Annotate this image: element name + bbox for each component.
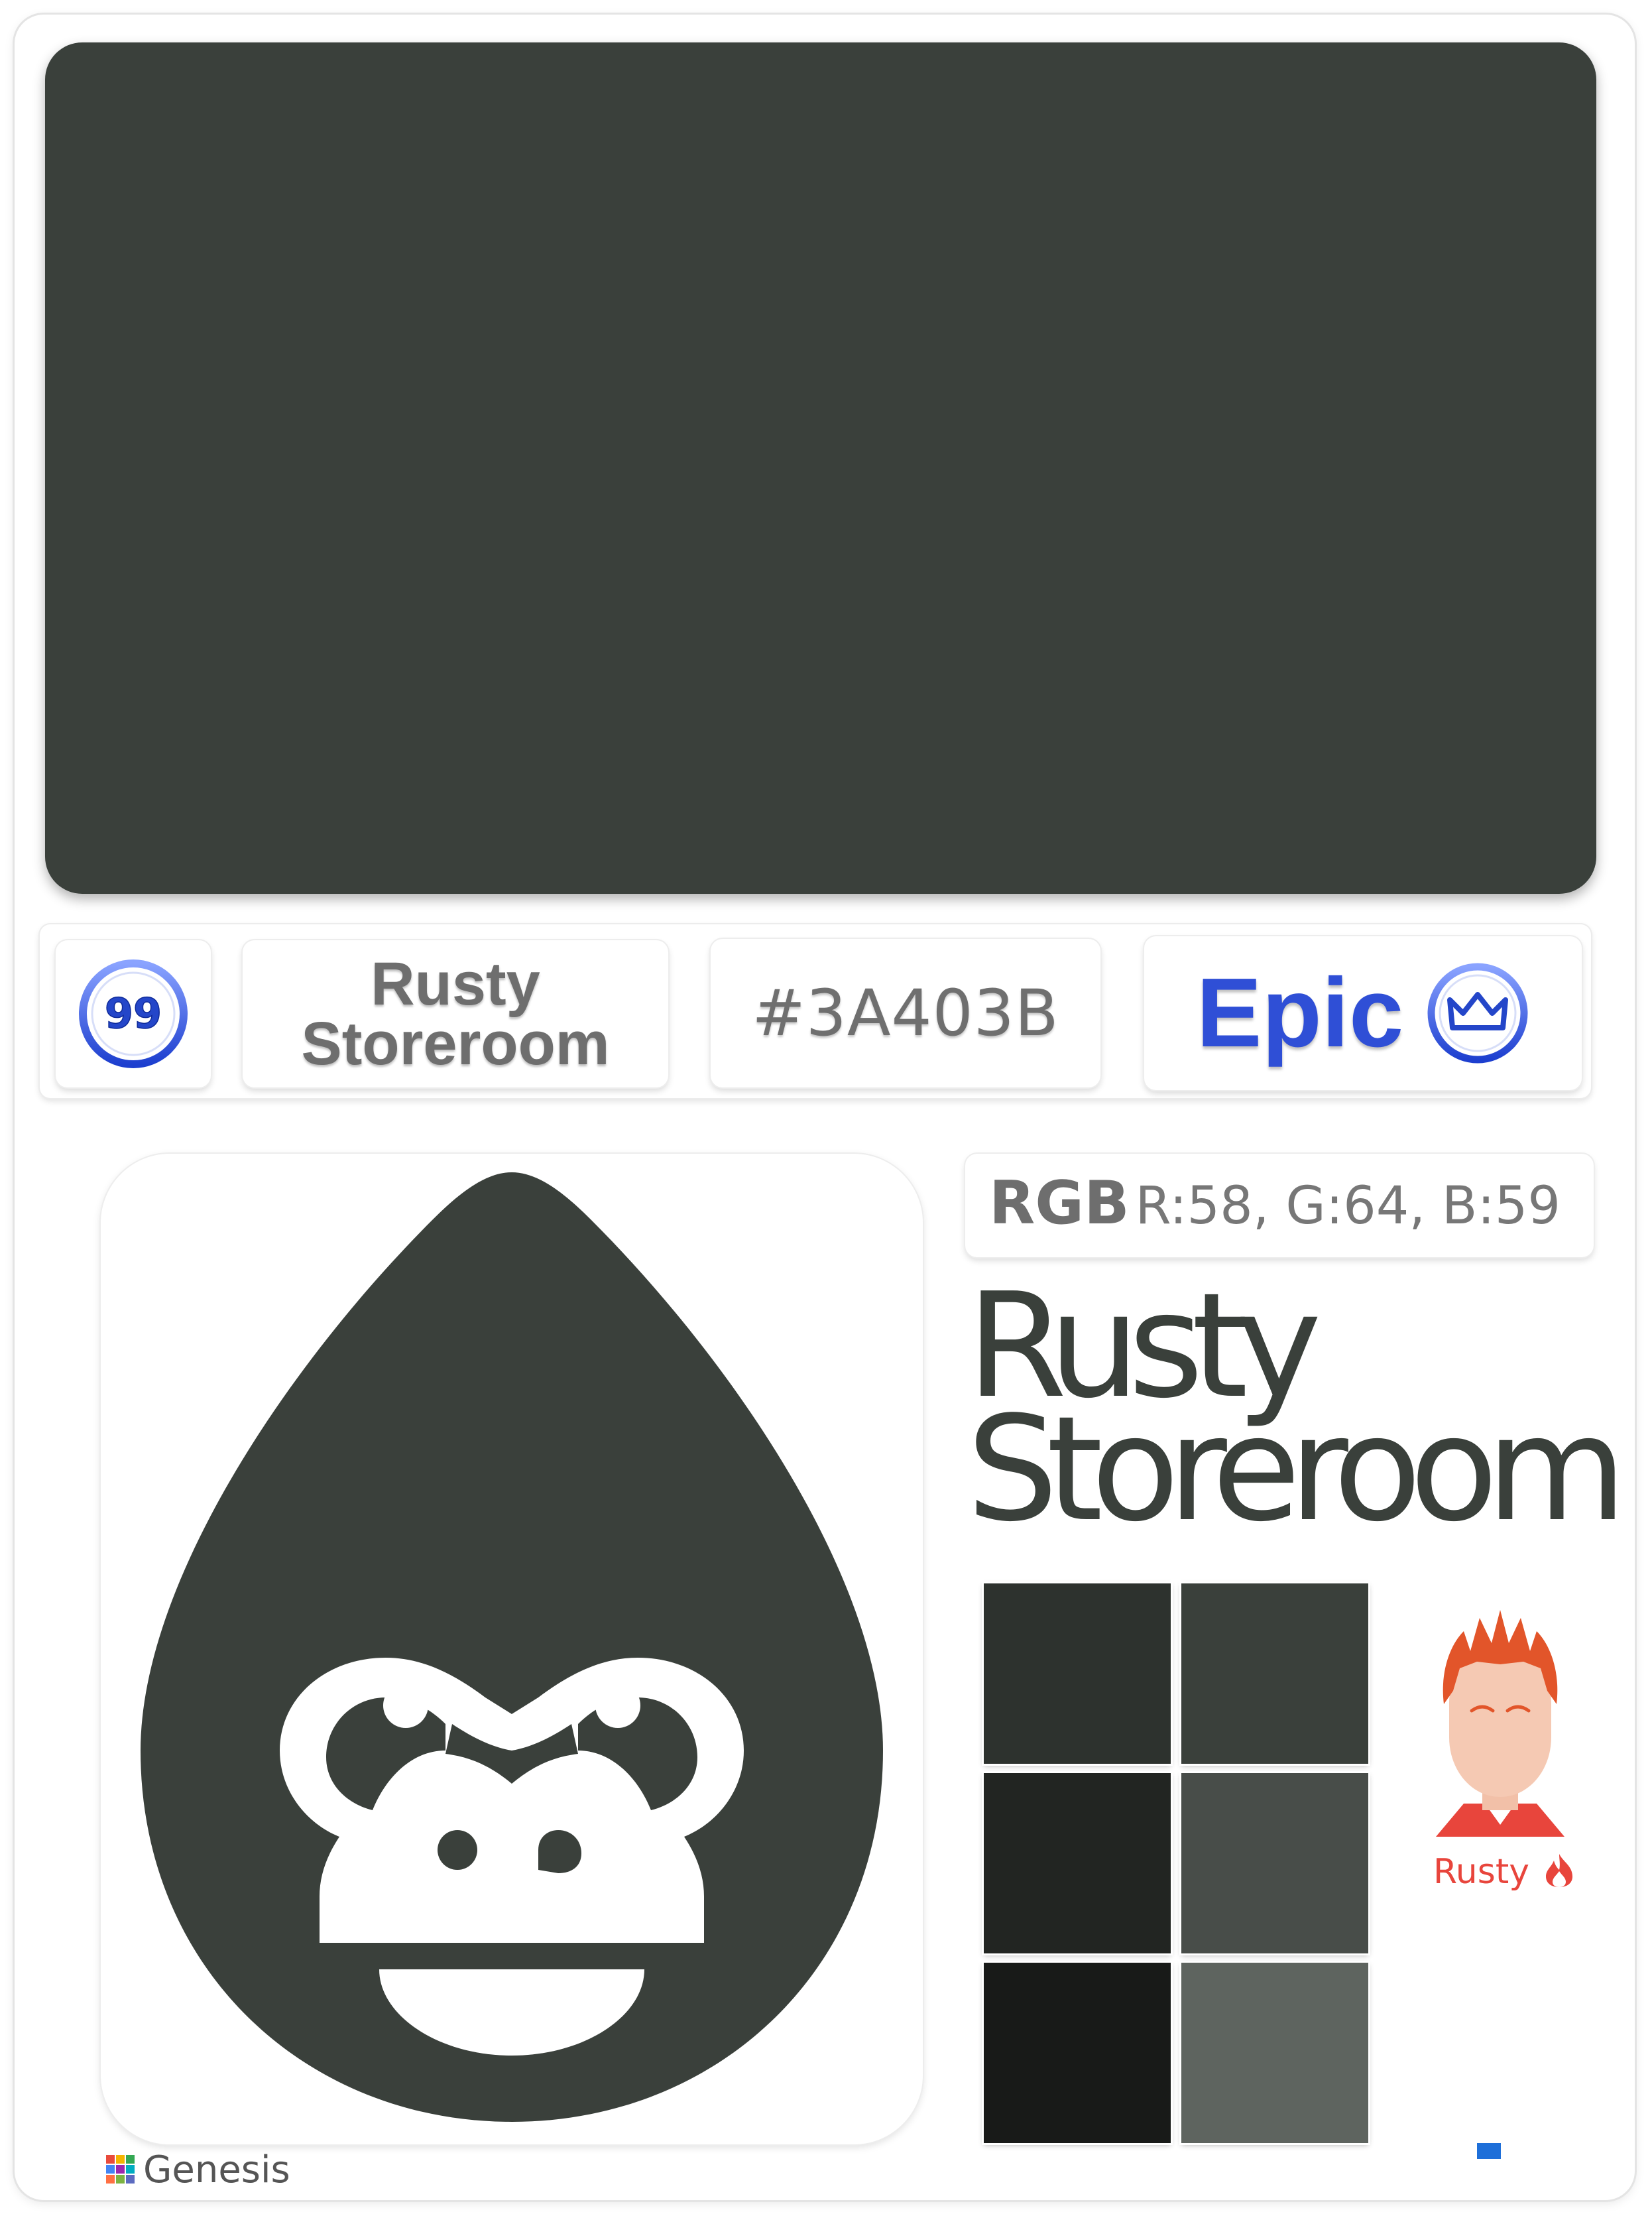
rarity-label: Epic	[1196, 958, 1404, 1068]
brand-label: Genesis	[143, 2148, 290, 2191]
avatar-label: Rusty	[1433, 1851, 1578, 1892]
swatch-1	[984, 1583, 1171, 1764]
rgb-value: R:58, G:64, B:59	[1135, 1176, 1561, 1236]
swatch-5	[984, 1963, 1171, 2143]
hex-code-chip: #3A403B	[711, 939, 1100, 1087]
badge-number: 99	[105, 989, 162, 1038]
hex-code: #3A403B	[752, 976, 1059, 1050]
color-name-large: Rusty Storeroom	[967, 1274, 1636, 1554]
color-preview-panel	[45, 42, 1596, 894]
crown-icon	[1427, 963, 1528, 1064]
rgb-label: RGB	[989, 1168, 1130, 1238]
avatar-name: Rusty	[1433, 1852, 1530, 1892]
grid-logo-icon	[106, 2155, 135, 2184]
rarity-chip: Epic	[1144, 936, 1582, 1090]
icon-panel	[101, 1154, 923, 2144]
blue-marker	[1477, 2143, 1501, 2159]
brand: Genesis	[105, 2148, 290, 2191]
swatch-2	[1181, 1583, 1368, 1764]
flame-icon	[1545, 1854, 1572, 1887]
rgb-chip: RGB R:58, G:64, B:59	[965, 1154, 1594, 1257]
number-badge-icon: 99	[79, 959, 188, 1068]
color-name-large-line2: Storeroom	[967, 1386, 1627, 1554]
color-name-line2: Storeroom	[301, 1010, 610, 1077]
swatch-3	[984, 1773, 1171, 1953]
swatch-4	[1181, 1773, 1368, 1953]
color-name-line1: Rusty	[371, 950, 540, 1018]
color-name-chip: Rusty Storeroom	[243, 940, 668, 1087]
number-badge-chip: 99	[56, 940, 211, 1087]
swatch-6	[1181, 1963, 1368, 2143]
gorilla-drop-icon	[141, 1172, 883, 2122]
color-name-small: Rusty Storeroom	[301, 954, 609, 1074]
